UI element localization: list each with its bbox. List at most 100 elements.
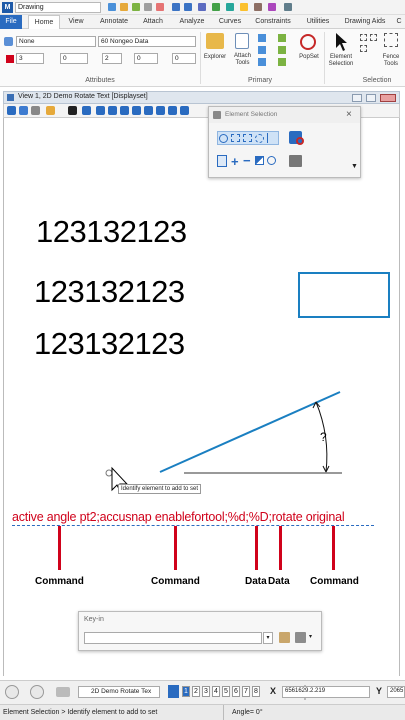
view-settings-icon[interactable]	[31, 106, 40, 115]
light-icon[interactable]	[46, 106, 55, 115]
tab-more[interactable]: C	[394, 15, 404, 29]
options-dropdown-icon[interactable]: ▾	[309, 633, 312, 640]
tag-icon[interactable]	[240, 3, 248, 11]
view-button-1[interactable]: 1	[182, 686, 190, 697]
update-icon[interactable]	[82, 106, 91, 115]
select-box-icon[interactable]	[360, 34, 367, 41]
popset-icon[interactable]	[300, 34, 316, 50]
view-button-3[interactable]: 3	[202, 686, 210, 697]
zoom-in-icon[interactable]	[96, 106, 105, 115]
tab-home[interactable]: Home	[28, 15, 60, 29]
window-area-icon[interactable]	[120, 106, 129, 115]
key-in-dropdown-icon[interactable]: ▾	[263, 632, 273, 644]
tab-curves[interactable]: Curves	[214, 15, 246, 29]
small-tool-icon[interactable]	[278, 34, 286, 42]
select-box-icon[interactable]	[360, 45, 367, 52]
fence-icon[interactable]	[384, 33, 398, 47]
text-element-2[interactable]: 123132123	[34, 274, 185, 310]
model-dropdown[interactable]: 2D Demo Rotate Tex	[78, 686, 160, 698]
add-mode-icon[interactable]: +	[231, 154, 239, 169]
transparency-dropdown[interactable]: 0	[172, 53, 196, 64]
line-select-icon[interactable]	[267, 133, 276, 143]
workspace-selector[interactable]: Drawing	[15, 2, 101, 13]
x-coordinate-field[interactable]: 6561629.2.219	[282, 686, 370, 698]
rectangle-element[interactable]	[298, 272, 390, 318]
element-selection-icon[interactable]	[334, 32, 348, 52]
browse-icon[interactable]	[279, 632, 290, 643]
small-tool-icon[interactable]	[278, 46, 286, 54]
tab-file[interactable]: File	[0, 15, 22, 29]
misc-icon[interactable]	[268, 3, 276, 11]
fit-view-icon[interactable]	[132, 106, 141, 115]
print-icon[interactable]	[132, 3, 140, 11]
back-button[interactable]	[5, 685, 19, 699]
explorer-icon[interactable]	[206, 33, 224, 49]
play-icon[interactable]	[68, 106, 77, 115]
angled-line[interactable]	[159, 391, 341, 473]
close-icon[interactable]: ×	[346, 109, 352, 120]
dropdown-icon[interactable]	[284, 3, 292, 11]
zoom-out-icon[interactable]	[108, 106, 117, 115]
small-tool-icon[interactable]	[278, 58, 286, 66]
close-file-icon[interactable]	[156, 3, 164, 11]
circle-select-icon[interactable]	[255, 134, 264, 143]
tab-constraints[interactable]: Constraints	[250, 15, 296, 29]
tab-analyze[interactable]: Analyze	[174, 15, 210, 29]
block-select-icon[interactable]	[231, 134, 240, 142]
open-icon[interactable]	[120, 3, 128, 11]
redo-icon[interactable]	[184, 3, 192, 11]
history-icon[interactable]	[295, 632, 306, 643]
maximize-button[interactable]	[366, 94, 376, 102]
cloud-icon[interactable]	[56, 687, 70, 697]
line-weight-dropdown[interactable]: 2	[102, 53, 122, 64]
tab-view[interactable]: View	[62, 15, 90, 29]
pointer-mode-icon[interactable]	[217, 155, 227, 167]
tab-utilities[interactable]: Utilities	[300, 15, 336, 29]
shape-select-icon[interactable]	[243, 134, 252, 142]
color-dropdown[interactable]: 3	[16, 53, 44, 64]
minimize-button[interactable]	[352, 94, 362, 102]
expand-icon[interactable]: ▼	[351, 163, 358, 170]
cursor-icon[interactable]	[198, 3, 206, 11]
layers-icon[interactable]	[4, 37, 13, 46]
save-icon[interactable]	[108, 3, 116, 11]
view-button-8[interactable]: 8	[252, 686, 260, 697]
forward-button[interactable]	[30, 685, 44, 699]
views-icon[interactable]	[168, 685, 179, 698]
small-tool-icon[interactable]	[258, 46, 266, 54]
view-attributes-icon[interactable]	[7, 106, 16, 115]
tab-drawing-aids[interactable]: Drawing Aids	[340, 15, 390, 29]
tool-icon[interactable]	[226, 3, 234, 11]
key-in-input[interactable]	[84, 632, 262, 644]
invert-mode-icon[interactable]	[255, 156, 264, 165]
text-element-3[interactable]: 123132123	[34, 326, 185, 362]
view-button-7[interactable]: 7	[242, 686, 250, 697]
class-dropdown[interactable]: 0	[134, 53, 158, 64]
undo-icon[interactable]	[172, 3, 180, 11]
view-button-6[interactable]: 6	[232, 686, 240, 697]
y-coordinate-field[interactable]: 2065	[387, 686, 405, 698]
measure-icon[interactable]	[254, 3, 262, 11]
view-button-5[interactable]: 5	[222, 686, 230, 697]
individual-select-icon[interactable]	[219, 134, 228, 143]
pin-icon[interactable]	[212, 3, 220, 11]
next-view-icon[interactable]	[180, 106, 189, 115]
tab-attach[interactable]: Attach	[136, 15, 170, 29]
previous-view-icon[interactable]	[168, 106, 177, 115]
text-style-dropdown[interactable]: 60 Nongeo Data	[98, 36, 196, 47]
display-style-icon[interactable]	[19, 106, 28, 115]
pan-view-icon[interactable]	[156, 106, 165, 115]
text-element-1[interactable]: 123132123	[36, 214, 187, 250]
line-style-dropdown[interactable]: 0	[60, 53, 88, 64]
rotate-view-icon[interactable]	[144, 106, 153, 115]
level-dropdown[interactable]: None	[16, 36, 96, 47]
select-all-icon[interactable]	[267, 156, 276, 165]
tab-annotate[interactable]: Annotate	[94, 15, 134, 29]
small-tool-icon[interactable]	[258, 58, 266, 66]
view-button-4[interactable]: 4	[212, 686, 220, 697]
close-button[interactable]	[380, 94, 396, 102]
view-button-2[interactable]: 2	[192, 686, 200, 697]
subtract-mode-icon[interactable]: −	[243, 153, 251, 168]
settings-icon[interactable]	[144, 3, 152, 11]
select-box-icon[interactable]	[370, 34, 377, 41]
